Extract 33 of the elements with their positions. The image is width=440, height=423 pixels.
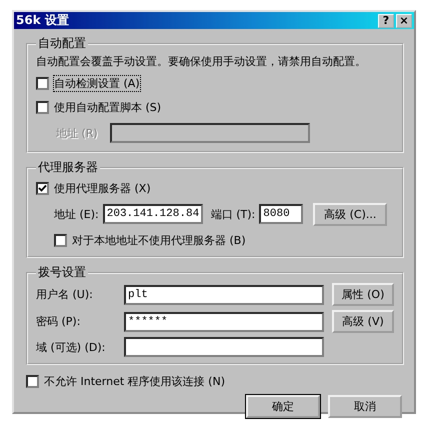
group-title: 代理服务器 [37, 159, 99, 176]
cancel-button[interactable]: 取消 [328, 395, 402, 418]
properties-button[interactable]: 属性 (O) [332, 283, 394, 306]
help-button[interactable]: ? [378, 14, 394, 28]
checkbox[interactable] [36, 100, 49, 114]
checkbox[interactable] [54, 234, 67, 246]
address-field[interactable]: 203.141.128.84 [102, 204, 203, 224]
checkbox-label[interactable]: 不允许 Internet 程序使用该连接 (N) [44, 374, 225, 388]
field-label: 地址 (R) [56, 126, 98, 140]
group-title: 自动配置 [37, 35, 87, 52]
field-label: 端口 (T): [210, 206, 256, 222]
field-label: 用户名 (U): [36, 287, 94, 302]
advanced-button[interactable]: 高级 (V) [332, 310, 394, 333]
field-label: 域 (可选) (D): [36, 340, 106, 354]
checkbox[interactable] [36, 76, 49, 90]
advanced-button[interactable]: 高级 (C)... [313, 202, 388, 226]
input-field[interactable]: plt [124, 284, 324, 304]
checkbox-label[interactable]: 对于本地地址不使用代理服务器 (B) [72, 232, 246, 248]
checkbox-label[interactable]: 使用自动配置脚本 (S) [54, 100, 162, 114]
checkbox[interactable] [26, 374, 39, 388]
ok-button[interactable]: 确定 [246, 395, 320, 418]
close-button[interactable]: × [396, 14, 412, 28]
checkbox[interactable] [36, 182, 49, 194]
input-field[interactable] [124, 337, 324, 357]
description-text: 自动配置会覆盖手动设置。要确保使用手动设置，请禁用自动配置。 [36, 54, 367, 69]
password-field[interactable]: ****** [124, 312, 324, 332]
group-title: 拨号设置 [37, 264, 87, 281]
field-label: 地址 (E): [54, 206, 99, 222]
field-label: 密码 (P): [36, 314, 82, 329]
port-field[interactable]: 8080 [259, 204, 304, 224]
checkbox-label[interactable]: 使用代理服务器 (X) [54, 180, 151, 196]
checkbox-label[interactable]: 自动检测设置 (A) [54, 76, 140, 90]
window-title: 56k 设置 [16, 12, 70, 29]
